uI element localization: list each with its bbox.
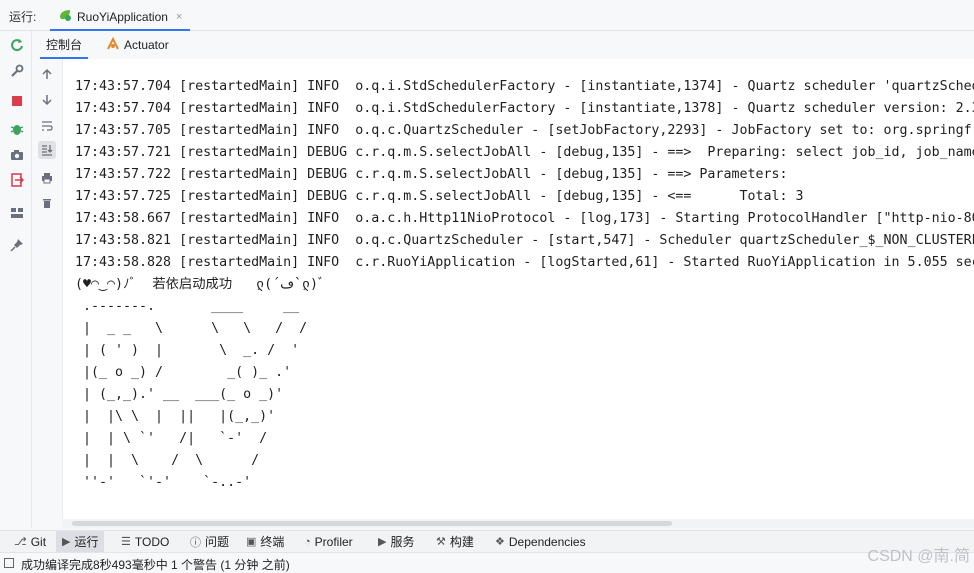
arrow-up-icon[interactable]: [38, 65, 56, 83]
tab-actuator-label: Actuator: [124, 38, 169, 52]
tab-run[interactable]: ▶ 运行: [56, 531, 105, 552]
scrollbar-thumb[interactable]: [72, 521, 672, 526]
run-label: 运行:: [9, 10, 37, 24]
tab-git[interactable]: ⎇ Git: [8, 531, 52, 552]
wrench-icon[interactable]: [9, 63, 25, 79]
ascii-art-line: | | \ / \ /: [75, 453, 260, 468]
tab-problems-label: 问题: [205, 535, 230, 549]
close-tab-icon[interactable]: ×: [176, 11, 182, 23]
tab-build[interactable]: ⚒ 构建: [430, 531, 480, 552]
git-branch-icon: ⎇: [14, 536, 27, 548]
tab-dependencies[interactable]: ❖ Dependencies: [489, 531, 592, 552]
tab-git-label: Git: [30, 534, 47, 549]
profiler-icon: ◔: [304, 535, 311, 548]
run-actions-bar: [0, 31, 32, 528]
actuator-icon: [106, 36, 120, 54]
trash-icon[interactable]: [38, 194, 56, 212]
list-icon: ☰: [121, 536, 131, 548]
console-subtabs: 控制台 Actuator: [32, 31, 974, 59]
tab-todo[interactable]: ☰ TODO: [115, 531, 175, 552]
run-config-tab[interactable]: RuoYiApplication ×: [50, 4, 191, 31]
debug-bug-icon[interactable]: [9, 121, 25, 137]
exit-icon[interactable]: [9, 172, 25, 188]
tool-windows-toggle-icon[interactable]: [4, 558, 14, 568]
terminal-icon: ▣: [246, 536, 257, 548]
print-icon[interactable]: [38, 169, 56, 187]
tab-build-label: 构建: [449, 535, 474, 549]
tab-profiler-label: Profiler: [314, 534, 353, 549]
tab-dependencies-label: Dependencies: [508, 534, 586, 549]
tab-todo-label: TODO: [134, 534, 170, 549]
log-line: 17:43:58.821 [restartedMain] INFO o.q.c.…: [75, 233, 974, 248]
tab-console-label: 控制台: [46, 37, 83, 52]
soft-wrap-icon[interactable]: [38, 117, 56, 135]
hammer-icon: ⚒: [436, 536, 446, 548]
tab-console[interactable]: 控制台: [40, 31, 89, 59]
ascii-art-line: .-------. ____ __: [75, 299, 300, 314]
camera-icon[interactable]: [9, 147, 25, 163]
tab-run-label: 运行: [74, 535, 99, 549]
services-icon: ▶: [378, 536, 387, 548]
stop-icon[interactable]: [9, 93, 25, 109]
run-icon: ▶: [62, 536, 71, 548]
tab-terminal-label: 终端: [260, 535, 285, 549]
pin-icon[interactable]: [9, 237, 25, 253]
tool-window-bar: ⎇ Git ▶ 运行 ☰ TODO ⓘ 问题 ▣ 终端 ◔ Profiler ▶…: [0, 530, 974, 552]
ascii-art-line: | | \ `' /| `-' /: [75, 431, 268, 446]
tab-services-label: 服务: [390, 535, 415, 549]
status-message[interactable]: 成功编译完成8秒493毫秒中 1 个警告 (1 分钟 之前): [21, 556, 290, 573]
tab-terminal[interactable]: ▣ 终端: [240, 531, 290, 552]
log-line: 17:43:57.722 [restartedMain] DEBUG c.r.q…: [75, 167, 796, 182]
console-log-text: 17:43:57.704 [restartedMain] INFO o.q.i.…: [75, 76, 974, 494]
console-toolbar: [32, 59, 62, 528]
log-line: 17:43:57.705 [restartedMain] INFO o.q.c.…: [75, 123, 974, 138]
console-output[interactable]: 17:43:57.704 [restartedMain] INFO o.q.i.…: [62, 59, 974, 528]
log-line: 17:43:57.721 [restartedMain] DEBUG c.r.q…: [75, 145, 974, 160]
log-line: 17:43:58.828 [restartedMain] INFO c.r.Ru…: [75, 255, 974, 270]
ascii-art-line: | _ _ \ \ \ / /: [75, 321, 308, 336]
spring-boot-icon: [58, 8, 72, 25]
dependencies-icon: ❖: [495, 536, 505, 548]
horizontal-scrollbar[interactable]: [62, 519, 974, 528]
tab-actuator[interactable]: Actuator: [102, 31, 173, 59]
tab-profiler[interactable]: ◔ Profiler: [298, 531, 359, 552]
log-line: 17:43:58.667 [restartedMain] INFO o.a.c.…: [75, 211, 974, 226]
ascii-art-line: | |\ \ | || |(_,_)': [75, 409, 276, 424]
rerun-icon[interactable]: [9, 37, 25, 53]
layout-icon[interactable]: [9, 205, 25, 221]
startup-success-line: (♥◠‿◠)ﾉﾞ 若依启动成功 ლ(´ڡ`ლ)ﾞ: [75, 277, 325, 292]
ascii-art-line: | (_,_).' __ ___(_ o _)': [75, 387, 284, 402]
run-config-name: RuoYiApplication: [77, 9, 168, 24]
tab-services[interactable]: ▶ 服务: [372, 531, 420, 552]
ascii-art-line: | ( ' ) | \ _. / ': [75, 343, 300, 358]
problems-icon: ⓘ: [190, 536, 201, 549]
watermark: CSDN @南.简: [867, 548, 970, 565]
arrow-down-icon[interactable]: [38, 91, 56, 109]
ascii-art-line: |(_ o _) / _( )_ .': [75, 365, 292, 380]
log-line: 17:43:57.704 [restartedMain] INFO o.q.i.…: [75, 101, 974, 116]
log-line: 17:43:57.704 [restartedMain] INFO o.q.i.…: [75, 79, 974, 94]
ascii-art-line: ''-' `'-' `-..-': [75, 475, 252, 490]
run-toolwindow-header: 运行: RuoYiApplication ×: [0, 0, 974, 31]
status-bar: 成功编译完成8秒493毫秒中 1 个警告 (1 分钟 之前): [0, 552, 974, 573]
tab-problems[interactable]: ⓘ 问题: [184, 531, 235, 552]
scroll-to-end-icon[interactable]: [38, 141, 56, 159]
log-line: 17:43:57.725 [restartedMain] DEBUG c.r.q…: [75, 189, 804, 204]
